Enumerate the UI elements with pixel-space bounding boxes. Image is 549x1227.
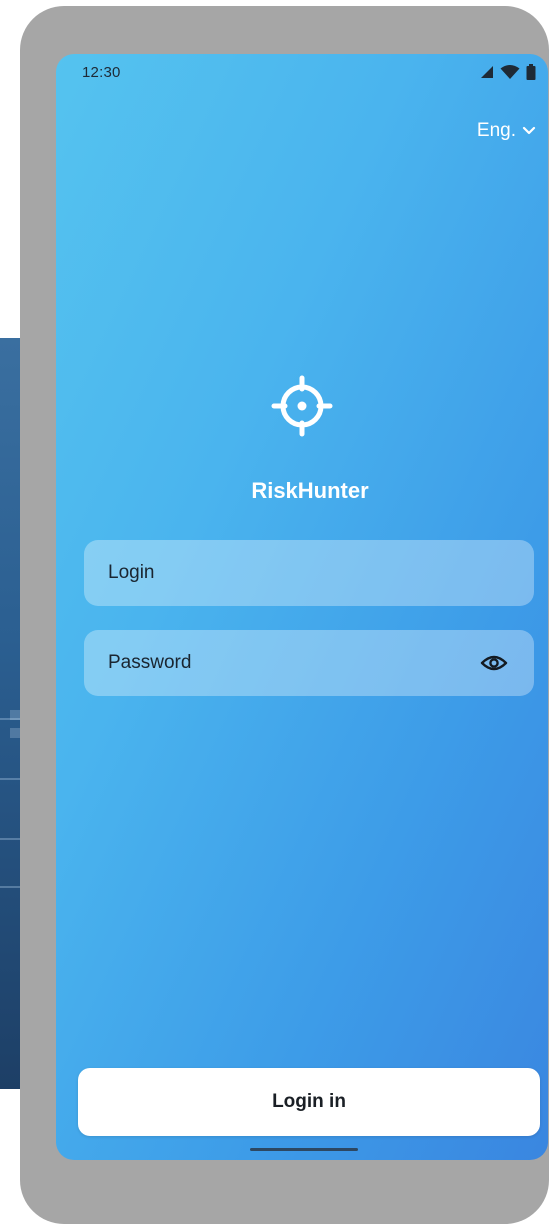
status-time: 12:30 bbox=[82, 64, 121, 81]
home-indicator[interactable] bbox=[250, 1148, 358, 1151]
battery-icon bbox=[526, 63, 536, 85]
crosshair-icon bbox=[270, 374, 334, 438]
login-input[interactable] bbox=[108, 562, 468, 584]
signal-icon bbox=[480, 65, 494, 84]
phone-frame: 12:30 Eng. RiskHunter Login Login in bbox=[20, 6, 549, 1224]
password-field[interactable] bbox=[84, 630, 534, 696]
status-bar: 12:30 bbox=[56, 54, 548, 94]
wifi-icon bbox=[500, 64, 520, 85]
chevron-down-icon bbox=[522, 120, 536, 142]
login-field[interactable] bbox=[84, 540, 534, 606]
login-button[interactable]: Login in bbox=[78, 1068, 540, 1136]
app-name: RiskHunter bbox=[251, 478, 369, 503]
language-label: Eng. bbox=[476, 120, 516, 141]
stage: 12:30 Eng. RiskHunter Login Login in bbox=[0, 0, 549, 1227]
language-selector[interactable]: Eng. bbox=[477, 120, 536, 142]
password-input[interactable] bbox=[108, 652, 468, 674]
eye-icon[interactable] bbox=[478, 647, 510, 679]
app-screen: 12:30 Eng. RiskHunter Login Login in bbox=[56, 54, 548, 1160]
status-icons bbox=[480, 63, 536, 85]
